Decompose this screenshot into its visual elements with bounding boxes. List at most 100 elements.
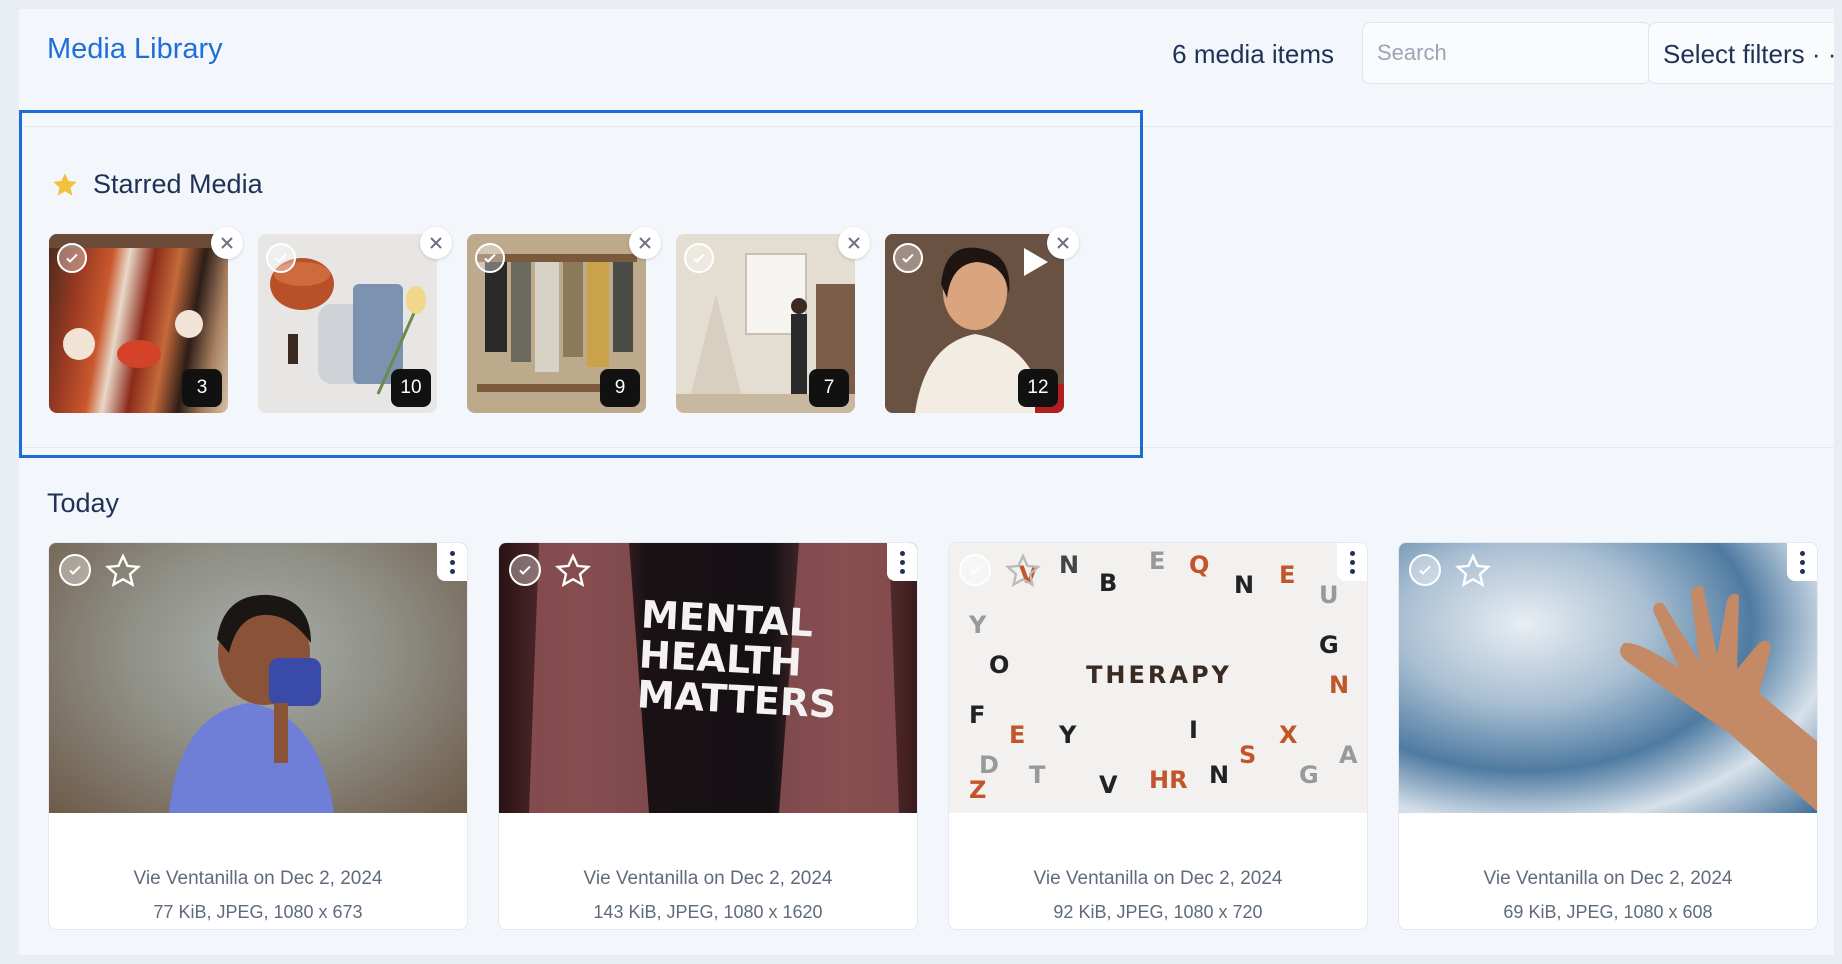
therapy-letters-photo: VN BE QN EU YO GN FE DT YV HRN SX GA IZ <box>949 543 1367 813</box>
checkmark-icon <box>69 565 81 575</box>
svg-text:A: A <box>1339 741 1358 769</box>
svg-text:T: T <box>1029 761 1046 789</box>
select-filters-dropdown[interactable]: Select filters · · <box>1648 22 1834 84</box>
media-author-date: Vie Ventanilla on Dec 2, 2024 <box>1033 868 1283 889</box>
svg-text:V: V <box>1099 771 1118 799</box>
svg-text:E: E <box>1149 547 1165 575</box>
media-details: 69 KiB, JPEG, 1080 x 608 <box>1503 902 1713 922</box>
media-library-panel: Media Library 6 media items Select filte… <box>19 9 1834 955</box>
svg-text:D: D <box>979 751 999 779</box>
star-outline-icon[interactable] <box>1455 553 1491 589</box>
media-count: 6 media items <box>1172 39 1334 69</box>
svg-text:Y: Y <box>1058 721 1077 749</box>
search-input[interactable] <box>1362 22 1651 84</box>
more-options-button[interactable] <box>887 543 917 581</box>
close-icon <box>221 237 233 249</box>
select-checkbox[interactable] <box>684 243 714 273</box>
svg-text:E: E <box>1009 721 1025 749</box>
checkmark-icon <box>902 253 914 263</box>
select-checkbox[interactable] <box>509 554 541 586</box>
starred-thumbnail[interactable]: 12 <box>885 234 1064 413</box>
starred-media-title: Starred Media <box>93 169 263 199</box>
select-checkbox[interactable] <box>266 243 296 273</box>
more-options-button[interactable] <box>1337 543 1367 581</box>
star-outline-icon[interactable] <box>105 553 141 589</box>
media-details: 92 KiB, JPEG, 1080 x 720 <box>1053 902 1263 922</box>
starred-media-heading: Starred Media <box>51 169 263 200</box>
svg-text:N: N <box>1234 571 1254 599</box>
page-title: Media Library <box>47 33 223 65</box>
today-media-grid: Vie Ventanilla on Dec 2, 2024 77 KiB, JP… <box>48 542 1818 930</box>
more-options-button[interactable] <box>437 543 467 581</box>
svg-text:X: X <box>1279 721 1298 749</box>
select-checkbox[interactable] <box>59 554 91 586</box>
media-author-date: Vie Ventanilla on Dec 2, 2024 <box>133 868 383 889</box>
crying-boy-photo <box>49 543 467 813</box>
media-count-badge: 12 <box>1018 369 1058 407</box>
today-heading: Today <box>47 488 120 518</box>
starred-thumbnail[interactable]: 10 <box>258 234 437 413</box>
checkmark-icon <box>66 253 78 263</box>
checkmark-icon <box>969 565 981 575</box>
checkmark-icon <box>484 253 496 263</box>
checkmark-icon <box>519 565 531 575</box>
checkmark-icon <box>693 253 705 263</box>
remove-starred-button[interactable] <box>420 227 452 259</box>
media-card[interactable]: VN BE QN EU YO GN FE DT YV HRN SX GA IZ <box>948 542 1368 930</box>
star-outline-icon[interactable] <box>1005 553 1041 589</box>
svg-text:B: B <box>1099 569 1117 597</box>
hand-sky-photo <box>1399 543 1817 813</box>
star-filled-icon <box>53 172 77 196</box>
svg-text:Z: Z <box>969 776 986 804</box>
svg-text:HR: HR <box>1149 766 1188 794</box>
checkmark-icon <box>1419 565 1431 575</box>
starred-thumbnails: 3 10 9 7 12 <box>49 234 1064 413</box>
starred-thumbnail[interactable]: 3 <box>49 234 228 413</box>
starred-thumbnail[interactable]: 7 <box>676 234 855 413</box>
therapy-word: THERAPY <box>1086 661 1232 689</box>
remove-starred-button[interactable] <box>629 227 661 259</box>
close-icon <box>1057 237 1069 249</box>
svg-text:N: N <box>1209 761 1229 789</box>
play-icon <box>1024 248 1048 276</box>
media-card[interactable]: MENTAL HEALTH MATTERS Vie Ventanilla on … <box>498 542 918 930</box>
media-card[interactable]: Vie Ventanilla on Dec 2, 2024 69 KiB, JP… <box>1398 542 1818 930</box>
mental-health-shirt-photo: MENTAL HEALTH MATTERS <box>499 543 917 813</box>
svg-text:Y: Y <box>968 611 987 639</box>
close-icon <box>848 237 860 249</box>
remove-starred-button[interactable] <box>1047 227 1079 259</box>
svg-text:G: G <box>1299 761 1319 789</box>
media-count-badge: 3 <box>182 369 222 407</box>
svg-text:Q: Q <box>1189 551 1209 579</box>
starred-thumbnail[interactable]: 9 <box>467 234 646 413</box>
shirt-slogan: MENTAL HEALTH MATTERS <box>635 592 838 727</box>
media-count-badge: 7 <box>809 369 849 407</box>
remove-starred-button[interactable] <box>211 227 243 259</box>
svg-text:F: F <box>969 701 985 729</box>
star-outline-icon[interactable] <box>555 553 591 589</box>
close-icon <box>639 237 651 249</box>
select-checkbox[interactable] <box>57 243 87 273</box>
svg-text:G: G <box>1319 631 1339 659</box>
checkmark-icon <box>275 253 287 263</box>
close-icon <box>430 237 442 249</box>
select-checkbox[interactable] <box>1409 554 1441 586</box>
media-details: 143 KiB, JPEG, 1080 x 1620 <box>593 902 823 922</box>
select-checkbox[interactable] <box>893 243 923 273</box>
svg-text:U: U <box>1319 581 1339 609</box>
media-count-badge: 10 <box>391 369 431 407</box>
more-options-button[interactable] <box>1787 543 1817 581</box>
media-count-badge: 9 <box>600 369 640 407</box>
media-author-date: Vie Ventanilla on Dec 2, 2024 <box>583 868 833 889</box>
remove-starred-button[interactable] <box>838 227 870 259</box>
select-checkbox[interactable] <box>475 243 505 273</box>
media-card[interactable]: Vie Ventanilla on Dec 2, 2024 77 KiB, JP… <box>48 542 468 930</box>
svg-text:E: E <box>1279 561 1295 589</box>
svg-text:S: S <box>1239 741 1256 769</box>
svg-text:N: N <box>1059 551 1079 579</box>
media-author-date: Vie Ventanilla on Dec 2, 2024 <box>1483 868 1733 889</box>
select-checkbox[interactable] <box>959 554 991 586</box>
svg-text:I: I <box>1189 716 1198 744</box>
media-details: 77 KiB, JPEG, 1080 x 673 <box>153 902 363 922</box>
starred-media-section: Starred Media 3 10 9 7 12 <box>19 110 1143 458</box>
